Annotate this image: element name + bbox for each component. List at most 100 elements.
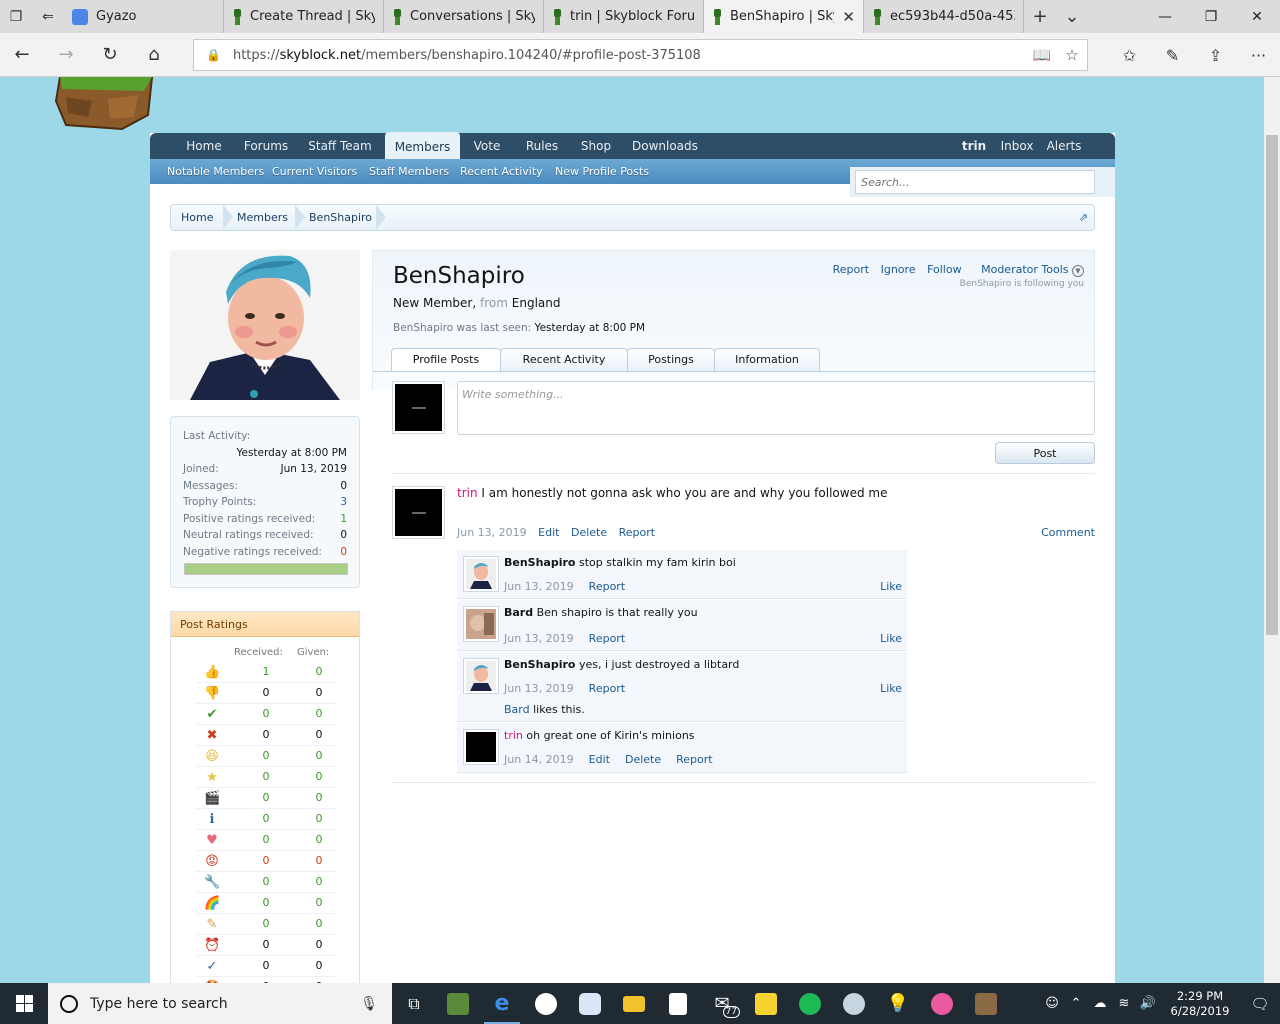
refresh-icon[interactable]: ↻ — [88, 33, 132, 77]
reading-view-icon[interactable]: 📖 — [1027, 46, 1057, 64]
url-field[interactable]: 🔒 https://skyblock.net/members/benshapir… — [193, 39, 1088, 71]
tabs-aside-icon[interactable]: ⇐ — [32, 0, 64, 33]
tab-list-chevron-icon[interactable]: ⌄ — [1056, 0, 1088, 33]
nav-alerts[interactable]: Alerts — [1046, 133, 1082, 159]
volume-icon[interactable]: 🔊 — [1136, 996, 1160, 1011]
gyazo-app-icon[interactable] — [524, 983, 568, 1024]
post-button[interactable]: Post — [995, 442, 1095, 464]
edit-link[interactable]: Edit — [538, 526, 559, 539]
spotify-icon[interactable] — [788, 983, 832, 1024]
osu-icon[interactable] — [920, 983, 964, 1024]
window-close-icon[interactable]: ✕ — [1234, 0, 1280, 33]
tab-information[interactable]: Information — [714, 348, 820, 371]
like-link[interactable]: Like — [880, 632, 902, 645]
taskbar-clock[interactable]: 2:29 PM 6/28/2019 — [1160, 989, 1240, 1019]
app-icon[interactable] — [568, 983, 612, 1024]
comment-avatar[interactable] — [463, 658, 499, 694]
comment-avatar[interactable] — [463, 556, 499, 592]
browser-tab-create-thread[interactable]: Create Thread | Skyb — [224, 0, 384, 33]
nav-tab-members[interactable]: Members — [385, 132, 460, 161]
minecraft-launcher-icon[interactable] — [964, 983, 1008, 1024]
report-link[interactable]: Report — [619, 526, 655, 539]
report-link[interactable]: Report — [676, 753, 712, 766]
edit-link[interactable]: Edit — [589, 753, 610, 766]
tips-lightbulb-icon[interactable]: 💡 — [876, 983, 920, 1024]
browser-tab-trin[interactable]: trin | Skyblock Forun — [544, 0, 704, 33]
browser-tab-conversations[interactable]: Conversations | Skyb — [384, 0, 544, 33]
file-explorer-icon[interactable] — [612, 983, 656, 1024]
comment-link[interactable]: Comment — [1041, 526, 1095, 539]
own-avatar[interactable] — [392, 381, 445, 434]
comment-author[interactable]: trin — [504, 729, 523, 742]
trophy-points-value[interactable]: 3 — [340, 496, 347, 508]
scrollbar-thumb[interactable] — [1266, 135, 1278, 635]
search-input[interactable] — [855, 170, 1095, 194]
comment-author[interactable]: BenShapiro — [504, 658, 575, 671]
new-tab-icon[interactable]: + — [1024, 0, 1056, 33]
action-center-icon[interactable]: 🗨 — [1240, 995, 1280, 1013]
onedrive-cloud-icon[interactable]: ☁ — [1088, 996, 1112, 1011]
comment-avatar[interactable] — [463, 729, 499, 765]
more-icon[interactable]: ··· — [1237, 33, 1280, 77]
close-tab-icon[interactable]: ✕ — [842, 8, 855, 26]
post-date[interactable]: Jun 13, 2019 — [457, 526, 527, 539]
home-icon[interactable]: ⌂ — [132, 33, 176, 77]
restore-icon[interactable]: ❐ — [1188, 0, 1234, 33]
nav-tab-rules[interactable]: Rules — [522, 133, 562, 159]
people-icon[interactable]: ☺ — [1040, 996, 1064, 1011]
nav-user-trin[interactable]: trin — [960, 133, 988, 159]
liked-by-user[interactable]: Bard — [504, 703, 530, 716]
nav-tab-vote[interactable]: Vote — [468, 133, 506, 159]
nav-tab-home[interactable]: Home — [178, 133, 230, 159]
tab-profile-posts[interactable]: Profile Posts — [391, 348, 501, 372]
browser-tab-benshapiro[interactable]: BenShapiro | Sky ✕ — [704, 0, 864, 33]
browser-tab-gyazo[interactable]: Gyazo — [64, 0, 224, 33]
minecraft-icon[interactable] — [436, 983, 480, 1024]
browser-tab-ec593b44[interactable]: ec593b44-d50a-453l — [864, 0, 1024, 33]
comment-author[interactable]: Bard — [504, 606, 533, 619]
mail-icon[interactable]: ✉ 77 — [700, 983, 744, 1024]
subnav-staff-members[interactable]: Staff Members — [369, 159, 449, 184]
breadcrumb-benshapiro[interactable]: BenShapiro — [309, 205, 372, 230]
breadcrumb-members[interactable]: Members — [237, 205, 288, 230]
tab-recent-activity[interactable]: Recent Activity — [500, 348, 628, 371]
nav-tab-shop[interactable]: Shop — [578, 133, 614, 159]
nav-tab-staff-team[interactable]: Staff Team — [304, 133, 376, 159]
follow-link[interactable]: Follow — [927, 263, 962, 276]
steam-icon[interactable] — [832, 983, 876, 1024]
nav-inbox[interactable]: Inbox — [1000, 133, 1034, 159]
jump-to-icon[interactable]: ⇗ — [1079, 211, 1088, 224]
subnav-new-profile-posts[interactable]: New Profile Posts — [555, 159, 649, 184]
nav-tab-downloads[interactable]: Downloads — [632, 133, 698, 159]
tray-chevron-up-icon[interactable]: ⌃ — [1064, 996, 1088, 1011]
comment-author[interactable]: BenShapiro — [504, 556, 575, 569]
back-icon[interactable]: ← — [0, 33, 44, 77]
moderator-tools-link[interactable]: Moderator Tools ▼ — [973, 263, 1084, 277]
microphone-icon[interactable]: 🎙 — [360, 996, 378, 1012]
report-link[interactable]: Report — [833, 263, 869, 276]
taskbar-search[interactable]: Type here to search 🎙 — [48, 983, 392, 1024]
sticky-notes-icon[interactable] — [744, 983, 788, 1024]
tab-postings[interactable]: Postings — [627, 348, 715, 371]
minimize-icon[interactable]: — — [1142, 0, 1188, 33]
page-scrollbar[interactable] — [1264, 77, 1280, 983]
post-author-avatar[interactable] — [392, 486, 445, 539]
share-icon[interactable]: ⇪ — [1194, 33, 1237, 77]
task-view-icon[interactable]: ⧉ — [392, 983, 436, 1024]
post-author-name[interactable]: trin — [457, 486, 478, 500]
breadcrumb-home[interactable]: Home — [181, 205, 213, 230]
delete-link[interactable]: Delete — [625, 753, 661, 766]
nav-tab-forums[interactable]: Forums — [240, 133, 292, 159]
report-link[interactable]: Report — [589, 632, 625, 645]
windows-start-icon[interactable] — [0, 983, 48, 1024]
forward-icon[interactable]: → — [44, 33, 88, 77]
subnav-notable-members[interactable]: Notable Members — [167, 159, 264, 184]
like-link[interactable]: Like — [880, 580, 902, 593]
report-link[interactable]: Report — [589, 580, 625, 593]
profile-location[interactable]: England — [512, 296, 561, 310]
ignore-link[interactable]: Ignore — [881, 263, 916, 276]
wifi-icon[interactable]: ≋ — [1112, 996, 1136, 1011]
store-icon[interactable] — [656, 983, 700, 1024]
pen-icon[interactable]: ✎ — [1151, 33, 1194, 77]
like-link[interactable]: Like — [880, 682, 902, 695]
